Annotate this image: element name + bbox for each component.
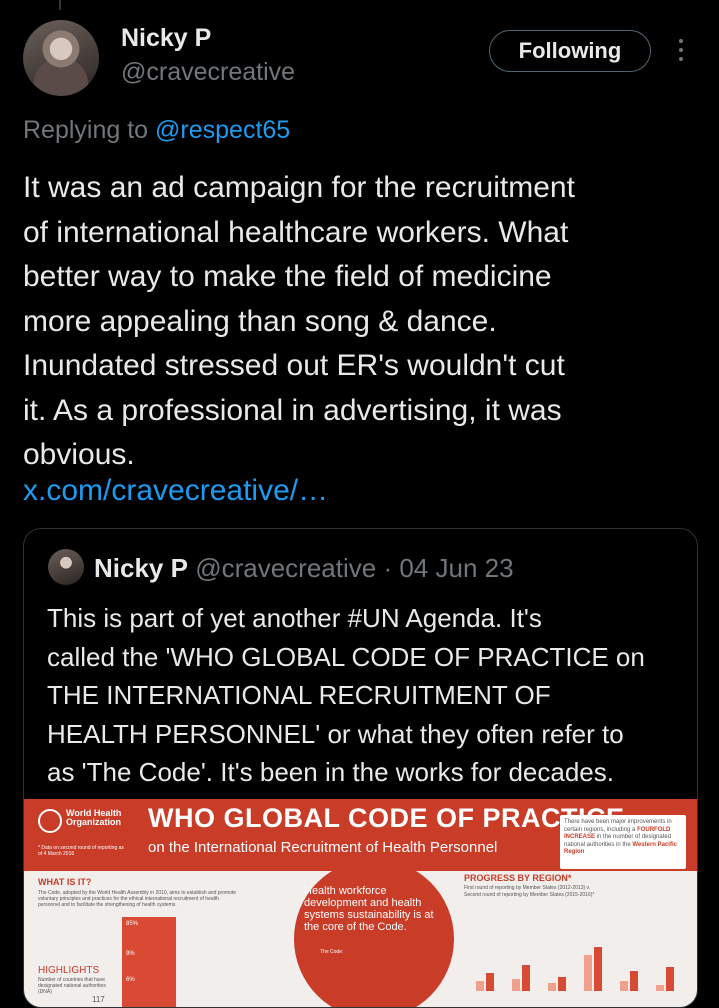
region-bar bbox=[486, 973, 494, 991]
what-is-it-body: The Code, adopted by the World Health As… bbox=[38, 890, 237, 908]
quoted-line: called the 'WHO GLOBAL CODE OF PRACTICE … bbox=[47, 641, 645, 672]
author-display-name[interactable]: Nicky P bbox=[121, 24, 211, 53]
quoted-author-handle: @cravecreative bbox=[195, 553, 377, 583]
following-button[interactable]: Following bbox=[489, 30, 651, 72]
more-options-icon[interactable] bbox=[670, 36, 692, 66]
quoted-tweet-text: This is part of yet another #UN Agenda. … bbox=[47, 599, 687, 792]
region-bar bbox=[522, 965, 530, 991]
thread-connector-line bbox=[59, 0, 61, 10]
infographic-note: * Data on second round of reporting as o… bbox=[38, 845, 124, 857]
what-is-it-heading: WHAT IS IT? bbox=[38, 877, 92, 887]
tweet-link[interactable]: x.com/cravecreative/… bbox=[23, 474, 328, 508]
highlights-heading: HIGHLIGHTS bbox=[38, 965, 100, 976]
region-bar bbox=[656, 985, 664, 991]
tweet-line: Inundated stressed out ER's wouldn't cut bbox=[23, 349, 565, 382]
region-bar bbox=[558, 977, 566, 991]
region-bar bbox=[666, 967, 674, 991]
quoted-tweet-header: Nicky P @cravecreative · 04 Jun 23 bbox=[94, 553, 514, 584]
quoted-author-name: Nicky P bbox=[94, 553, 188, 583]
pct-value: 85% bbox=[126, 921, 139, 927]
center-circle-text: Health workforce development and health … bbox=[304, 885, 434, 933]
quoted-line: as 'The Code'. It's been in the works fo… bbox=[47, 757, 614, 787]
quoted-separator: · bbox=[383, 553, 393, 583]
tweet-text: It was an ad campaign for the recruitmen… bbox=[23, 166, 699, 478]
tweet-line: obvious. bbox=[23, 438, 135, 471]
region-bar bbox=[594, 947, 602, 991]
region-bar bbox=[620, 981, 628, 991]
quoted-author-avatar bbox=[48, 549, 84, 585]
region-bar bbox=[512, 979, 520, 991]
tweet-line: it. As a professional in advertising, it… bbox=[23, 393, 562, 427]
infographic-title: WHO GLOBAL CODE OF PRACTICE bbox=[148, 803, 625, 833]
quoted-date: 04 Jun 23 bbox=[399, 553, 514, 583]
highlights-value: 117 bbox=[92, 995, 105, 1004]
progress-body-1: First round of reporting by Member State… bbox=[464, 885, 591, 891]
replying-to-line: Replying to @respect65 bbox=[23, 116, 290, 145]
tweet-line: better way to make the field of medicine bbox=[23, 260, 552, 293]
who-logo-icon bbox=[38, 809, 62, 833]
quoted-tweet-card[interactable]: Nicky P @cravecreative · 04 Jun 23 This … bbox=[23, 528, 698, 1008]
percent-column bbox=[122, 917, 176, 1007]
center-circle bbox=[294, 859, 454, 1007]
region-bar bbox=[476, 981, 484, 991]
progress-body-2: Second round of reporting by Member Stat… bbox=[464, 892, 595, 898]
quoted-line: This is part of yet another #UN Agenda. … bbox=[47, 603, 542, 633]
who-org-name: World Health Organization bbox=[66, 808, 122, 827]
tweet-line: of international healthcare workers. Wha… bbox=[23, 215, 569, 249]
pct-value: 9% bbox=[126, 951, 135, 957]
progress-heading: PROGRESS BY REGION* bbox=[464, 873, 572, 883]
quoted-line: HEALTH PERSONNEL' or what they often ref… bbox=[47, 718, 624, 749]
infographic-side-note: There have been major improvements in ce… bbox=[560, 815, 686, 869]
tweet-line: It was an ad campaign for the recruitmen… bbox=[23, 171, 575, 204]
author-avatar[interactable] bbox=[23, 20, 99, 96]
tweet-line: more appealing than song & dance. bbox=[23, 304, 497, 338]
pct-value: 6% bbox=[126, 977, 135, 983]
quoted-infographic-image[interactable]: World Health Organization * Data on seco… bbox=[24, 799, 697, 1007]
replying-prefix: Replying to bbox=[23, 116, 149, 144]
author-handle[interactable]: @cravecreative bbox=[121, 58, 295, 87]
region-bar bbox=[630, 971, 638, 991]
infographic-subtitle: on the International Recruitment of Heal… bbox=[148, 839, 498, 856]
region-bar bbox=[548, 983, 556, 991]
quoted-line: THE INTERNATIONAL RECRUITMENT OF bbox=[47, 680, 551, 710]
highlights-body: Number of countries that have designated… bbox=[38, 977, 106, 995]
region-bar bbox=[584, 955, 592, 991]
replying-to-mention[interactable]: @respect65 bbox=[155, 116, 290, 144]
center-circle-label: The Code: bbox=[320, 949, 344, 955]
